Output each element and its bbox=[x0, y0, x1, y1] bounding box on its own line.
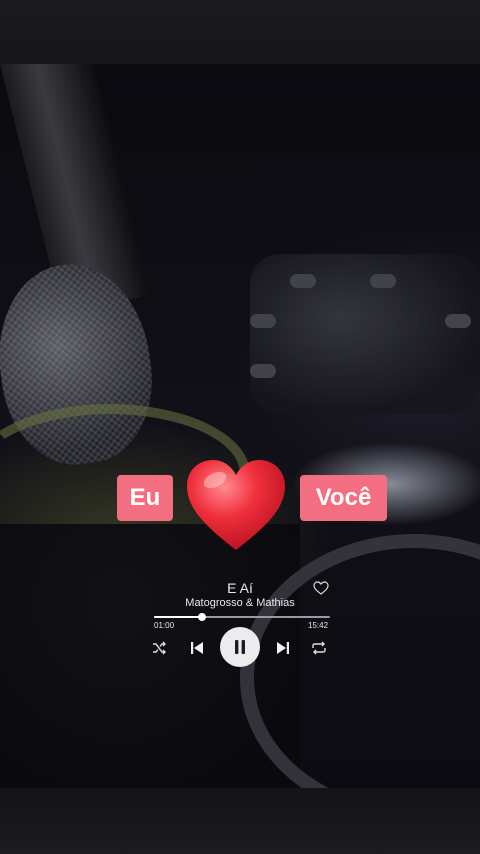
red-heart-icon bbox=[185, 458, 287, 552]
track-title: E Aí bbox=[227, 580, 253, 596]
hardware-knob bbox=[370, 274, 396, 288]
skip-next-icon[interactable] bbox=[276, 641, 290, 655]
total-time: 15:42 bbox=[308, 621, 329, 630]
video-frame: Eu Você E Aí Matogrosso & Mathias 01:00 … bbox=[0, 0, 480, 854]
voce-label-chip: Você bbox=[300, 475, 387, 521]
hardware-knob bbox=[250, 314, 276, 328]
hardware-knob bbox=[250, 364, 276, 378]
progress-bar[interactable] bbox=[154, 613, 330, 621]
background-video bbox=[0, 64, 480, 788]
hardware-knob bbox=[445, 314, 471, 328]
track-artist: Matogrosso & Mathias bbox=[185, 597, 295, 609]
bottom-letterbox bbox=[0, 788, 480, 854]
eu-label-chip: Eu bbox=[117, 475, 173, 521]
shuffle-icon[interactable] bbox=[152, 641, 166, 655]
elapsed-time: 01:00 bbox=[154, 621, 175, 630]
hardware-knob bbox=[290, 274, 316, 288]
skip-previous-icon[interactable] bbox=[190, 641, 204, 655]
progress-fill bbox=[154, 616, 202, 618]
top-letterbox bbox=[0, 0, 480, 64]
heart-outline-icon[interactable] bbox=[313, 581, 329, 595]
play-pause-button[interactable] bbox=[220, 627, 260, 667]
repeat-icon[interactable] bbox=[311, 641, 327, 655]
progress-handle[interactable] bbox=[197, 613, 206, 621]
stage-hardware bbox=[250, 254, 480, 414]
pause-icon bbox=[234, 640, 246, 654]
